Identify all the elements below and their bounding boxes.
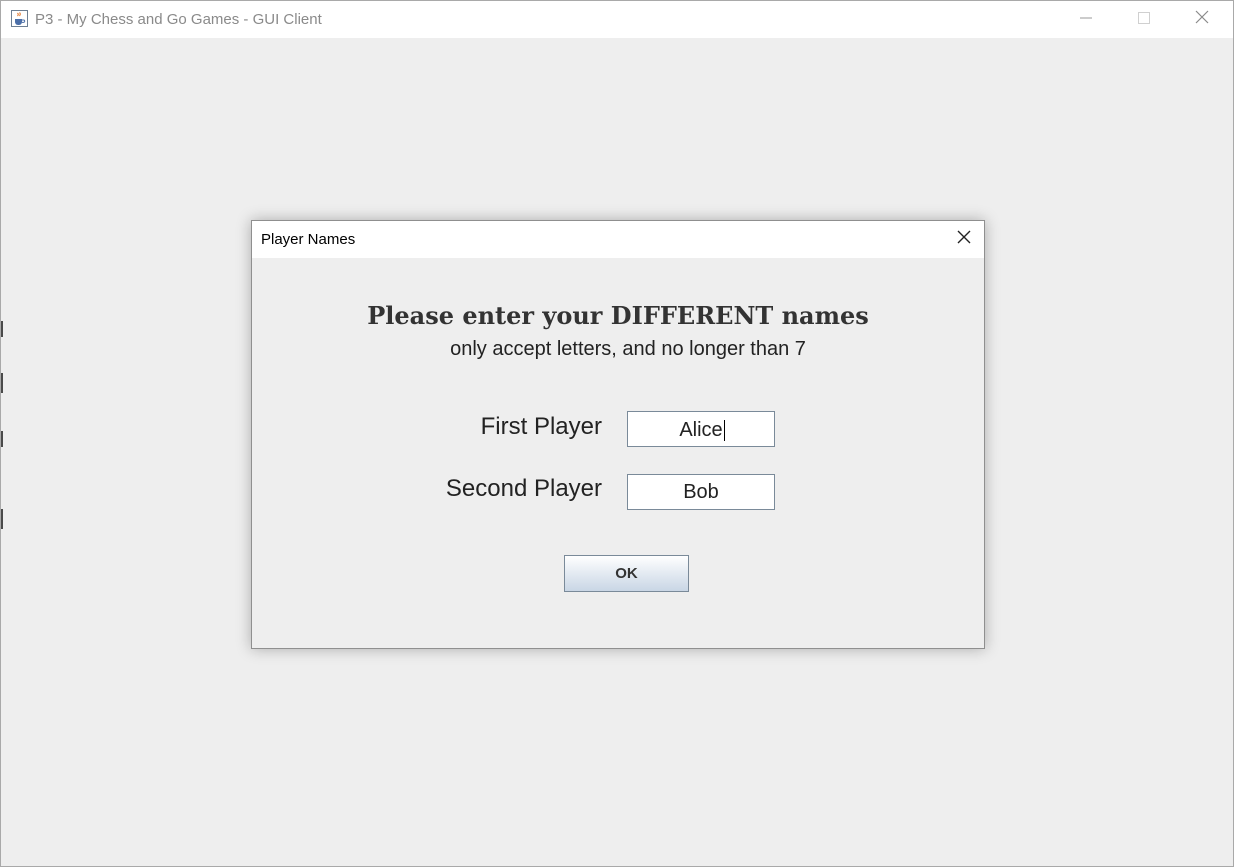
window-titlebar[interactable]: P3 - My Chess and Go Games - GUI Client — [1, 1, 1233, 38]
dialog-close-button[interactable] — [946, 221, 982, 258]
text-caret — [724, 420, 725, 441]
dialog-heading: Please enter your DIFFERENT names — [367, 301, 869, 330]
maximize-button[interactable] — [1121, 1, 1167, 38]
edge-mark — [1, 431, 3, 447]
dialog-title: Player Names — [261, 231, 356, 248]
maximize-icon — [1138, 11, 1150, 29]
window-close-button[interactable] — [1179, 1, 1225, 38]
edge-mark — [1, 321, 3, 337]
dialog-subheading: only accept letters, and no longer than … — [450, 338, 806, 360]
close-icon — [957, 230, 971, 249]
edge-mark — [1, 509, 3, 529]
first-player-label: First Player — [480, 413, 602, 440]
close-icon — [1195, 10, 1209, 29]
window-title: P3 - My Chess and Go Games - GUI Client — [35, 11, 322, 28]
main-window: P3 - My Chess and Go Games - GUI Client … — [0, 0, 1234, 867]
player-names-dialog: Player Names Please enter your DIFFERENT… — [251, 220, 985, 649]
ok-button[interactable]: OK — [564, 555, 689, 592]
second-player-label: Second Player — [445, 475, 602, 502]
minimize-button[interactable] — [1063, 1, 1109, 38]
minimize-icon — [1080, 11, 1092, 29]
java-coffee-icon — [11, 10, 28, 27]
second-player-input[interactable] — [627, 474, 775, 510]
edge-mark — [1, 373, 3, 393]
dialog-titlebar[interactable]: Player Names — [252, 221, 984, 258]
first-player-input[interactable] — [627, 411, 775, 447]
